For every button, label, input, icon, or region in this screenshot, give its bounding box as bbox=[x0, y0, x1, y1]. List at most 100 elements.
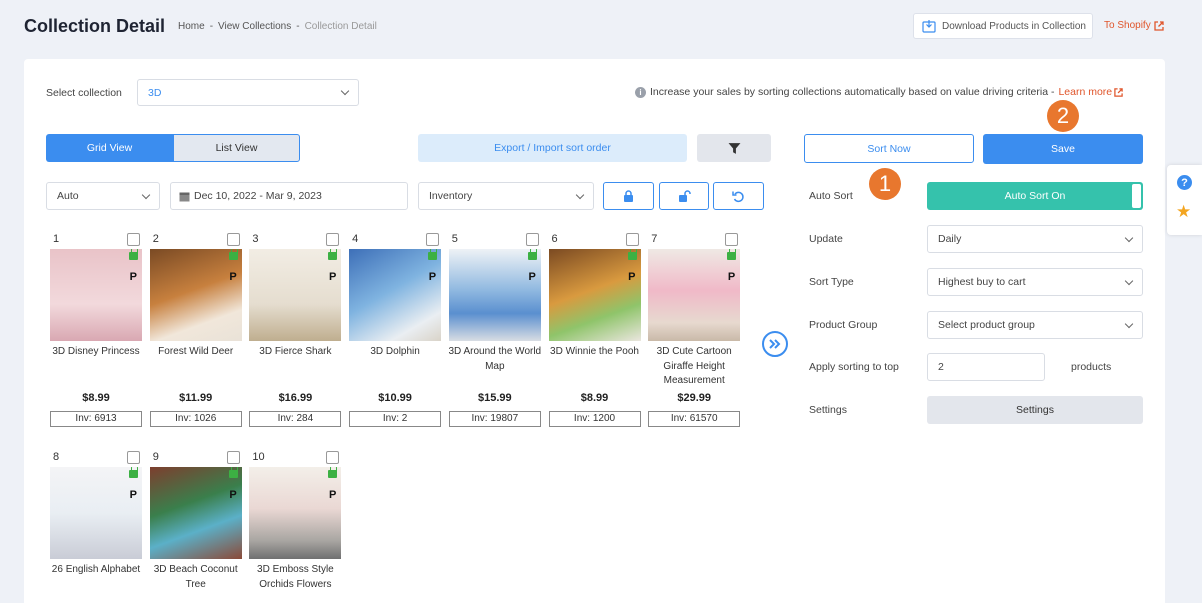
unlock-icon[interactable] bbox=[129, 249, 138, 260]
product-checkbox[interactable] bbox=[625, 233, 639, 246]
settings-button[interactable]: Settings bbox=[927, 396, 1143, 424]
filter-icon bbox=[728, 142, 740, 154]
export-import-button[interactable]: Export / Import sort order bbox=[418, 134, 687, 162]
product-checkbox[interactable] bbox=[426, 233, 440, 246]
move-products-button[interactable] bbox=[762, 331, 788, 357]
breadcrumb-view-collections[interactable]: View Collections bbox=[218, 21, 291, 32]
page-title: Collection Detail bbox=[24, 16, 166, 36]
product-pin-badge: P bbox=[628, 271, 636, 283]
product-checkbox[interactable] bbox=[226, 451, 240, 464]
side-widget: ? ★ bbox=[1167, 165, 1202, 235]
mode-select-value: Auto bbox=[57, 190, 79, 202]
product-checkbox[interactable] bbox=[127, 451, 140, 464]
metric-select-value: Inventory bbox=[429, 190, 473, 202]
learn-more-label: Learn more bbox=[1058, 86, 1113, 98]
breadcrumb-home[interactable]: Home bbox=[178, 21, 205, 32]
product-rank: 7 bbox=[651, 233, 658, 245]
grid-view-tab[interactable]: Grid View bbox=[46, 134, 173, 162]
product-price: $16.99 bbox=[278, 392, 313, 404]
filter-button[interactable] bbox=[697, 134, 771, 162]
sort-now-button[interactable]: Sort Now bbox=[804, 134, 974, 163]
apply-top-label: Apply sorting to top bbox=[809, 361, 899, 373]
product-image: P bbox=[149, 249, 242, 341]
unlock-icon[interactable] bbox=[527, 249, 537, 260]
select-collection-label: Select collection bbox=[46, 87, 122, 99]
collection-select[interactable]: 3D bbox=[137, 79, 359, 106]
unlock-icon[interactable] bbox=[328, 467, 338, 478]
chevron-down-icon bbox=[340, 86, 350, 96]
reset-button[interactable] bbox=[713, 182, 764, 210]
chevron-down-icon bbox=[141, 190, 151, 199]
breadcrumb-separator: - bbox=[296, 21, 300, 32]
product-name: 26 English Alphabet bbox=[51, 564, 141, 575]
product-pin-badge: P bbox=[229, 489, 237, 501]
product-price: $15.99 bbox=[477, 392, 512, 404]
product-rank: 8 bbox=[53, 451, 60, 463]
product-image: P bbox=[149, 467, 242, 559]
unlock-icon[interactable] bbox=[129, 467, 138, 478]
date-range-value: Dec 10, 2022 - Mar 9, 2023 bbox=[194, 190, 322, 202]
product-inventory: Inv: 61570 bbox=[648, 411, 741, 427]
unlock-icon[interactable] bbox=[727, 249, 737, 260]
date-range-picker[interactable]: Dec 10, 2022 - Mar 9, 2023 bbox=[170, 182, 408, 210]
product-checkbox[interactable] bbox=[525, 233, 539, 246]
unlock-button[interactable] bbox=[659, 182, 709, 210]
unlock-icon[interactable] bbox=[228, 467, 238, 478]
update-select-value: Daily bbox=[938, 233, 962, 245]
unlock-icon[interactable] bbox=[428, 249, 438, 260]
save-button[interactable]: Save bbox=[983, 134, 1143, 164]
download-products-label: Download Products in Collection bbox=[942, 20, 1086, 32]
to-shopify-label: To Shopify bbox=[1104, 20, 1151, 31]
product-rank: 10 bbox=[252, 451, 265, 463]
product-pin-badge: P bbox=[129, 489, 137, 501]
download-products-button[interactable]: Download Products in Collection bbox=[913, 13, 1093, 39]
product-pin-badge: P bbox=[229, 271, 237, 283]
product-checkbox[interactable] bbox=[326, 451, 340, 464]
product-rank: 6 bbox=[551, 233, 558, 245]
to-shopify-link[interactable]: To Shopify bbox=[1104, 20, 1164, 31]
product-image: P bbox=[448, 249, 541, 341]
external-link-icon bbox=[1114, 87, 1123, 97]
product-price: $29.99 bbox=[677, 392, 712, 404]
product-image: P bbox=[548, 249, 641, 341]
chevron-down-icon bbox=[1124, 276, 1134, 285]
star-icon[interactable]: ★ bbox=[1176, 203, 1191, 220]
product-rank: 9 bbox=[152, 451, 159, 463]
product-image: P bbox=[249, 467, 342, 559]
sort-type-label: Sort Type bbox=[809, 276, 854, 288]
product-checkbox[interactable] bbox=[326, 233, 340, 246]
product-group-select[interactable]: Select product group bbox=[927, 311, 1143, 339]
product-checkbox[interactable] bbox=[226, 233, 240, 246]
product-group-select-value: Select product group bbox=[938, 319, 1035, 331]
info-text: Increase your sales by sorting collectio… bbox=[650, 86, 1055, 98]
product-name: 3D Around the World Map bbox=[448, 346, 542, 372]
product-price: $10.99 bbox=[378, 392, 412, 404]
metric-select[interactable]: Inventory bbox=[418, 182, 594, 210]
auto-sort-toggle[interactable]: Auto Sort On bbox=[927, 182, 1143, 210]
collection-select-value: 3D bbox=[148, 86, 162, 99]
unlock-icon[interactable] bbox=[228, 249, 238, 260]
product-name: 3D Winnie the Pooh bbox=[550, 346, 639, 357]
product-name: Forest Wild Deer bbox=[158, 346, 234, 357]
undo-icon bbox=[732, 191, 744, 202]
product-checkbox[interactable] bbox=[127, 233, 140, 246]
product-checkbox[interactable] bbox=[725, 233, 739, 246]
unlock-icon[interactable] bbox=[328, 249, 338, 260]
mode-select[interactable]: Auto bbox=[46, 182, 160, 210]
sort-type-select[interactable]: Highest buy to cart bbox=[927, 268, 1143, 296]
product-name: 3D Disney Princess bbox=[52, 346, 140, 357]
sort-type-select-value: Highest buy to cart bbox=[938, 276, 1026, 288]
download-icon bbox=[922, 20, 936, 33]
help-icon[interactable]: ? bbox=[1177, 175, 1192, 190]
apply-top-input[interactable]: 2 bbox=[927, 353, 1045, 381]
calendar-icon bbox=[179, 192, 190, 201]
update-select[interactable]: Daily bbox=[927, 225, 1143, 253]
product-inventory: Inv: 2 bbox=[349, 411, 442, 427]
unlock-icon[interactable] bbox=[627, 249, 637, 260]
product-name: 3D Fierce Shark bbox=[259, 346, 332, 357]
step-badge-1: 1 bbox=[869, 168, 901, 200]
list-view-tab[interactable]: List View bbox=[173, 134, 300, 162]
product-image: P bbox=[648, 249, 741, 341]
learn-more-link[interactable]: Learn more bbox=[1058, 86, 1123, 98]
lock-button[interactable] bbox=[603, 182, 654, 210]
